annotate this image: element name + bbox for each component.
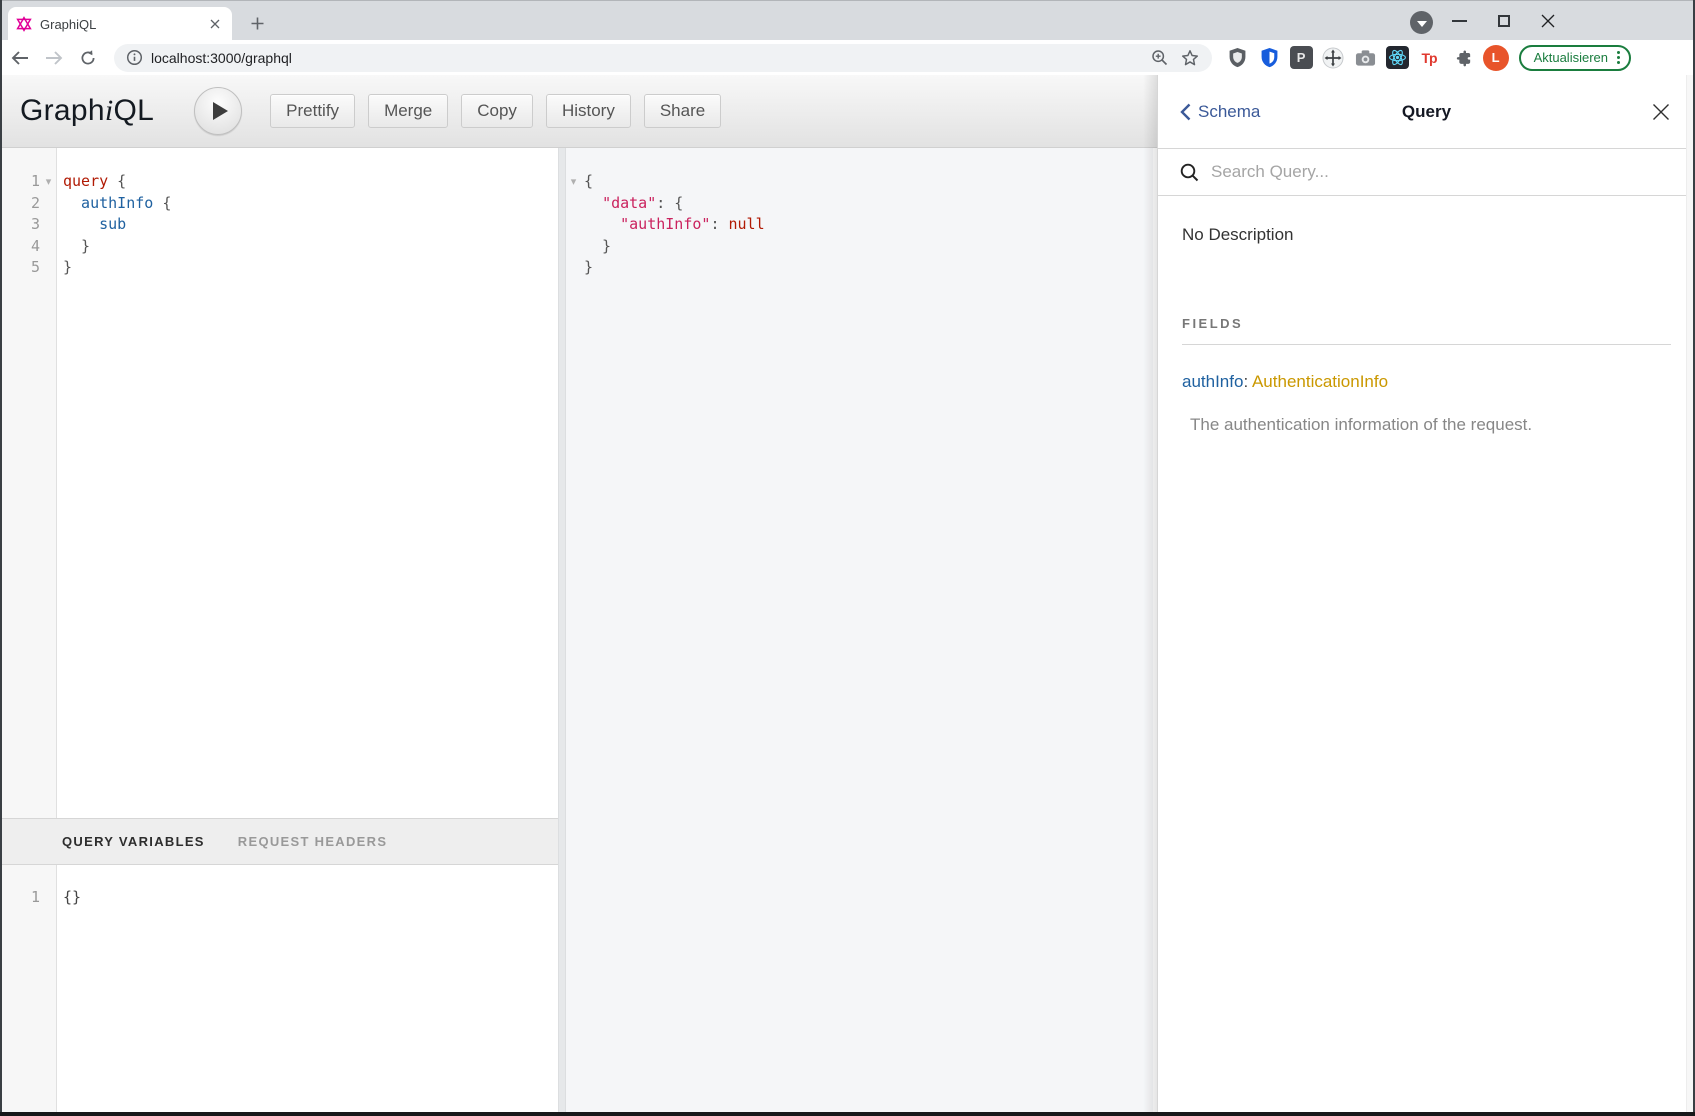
- docs-close-button[interactable]: [1649, 100, 1673, 124]
- documentation-explorer: Schema Query No Description FIELDS authI…: [1157, 75, 1695, 1112]
- query-editor[interactable]: 1 ▾ query { 2 authInfo { 3 sub 4 } 5 }: [0, 148, 558, 818]
- code-line: ▾ {: [566, 171, 1153, 193]
- field-row: authInfo: AuthenticationInfo: [1182, 372, 1671, 392]
- execute-query-button[interactable]: [194, 87, 242, 135]
- zoom-icon[interactable]: [1148, 46, 1172, 70]
- window-close-icon: [1541, 14, 1555, 28]
- back-button[interactable]: [6, 44, 34, 72]
- site-info-icon[interactable]: [126, 49, 143, 66]
- maximize-button[interactable]: [1489, 7, 1519, 35]
- merge-button[interactable]: Merge: [368, 94, 448, 128]
- graphql-favicon-icon: [16, 16, 32, 32]
- prettify-button[interactable]: Prettify: [270, 94, 355, 128]
- kebab-menu-icon[interactable]: [1617, 51, 1620, 64]
- docs-panel-shadow: [1143, 75, 1157, 1112]
- code-line: "authInfo": null: [566, 214, 1153, 236]
- profile-avatar[interactable]: L: [1483, 45, 1509, 71]
- code-line: 2 authInfo {: [0, 193, 558, 215]
- window-border-bottom: [0, 1112, 1695, 1116]
- minimize-button[interactable]: [1444, 7, 1474, 35]
- move-tool-extension-icon[interactable]: [1322, 46, 1345, 69]
- graphiql-logo: GraphiQL: [20, 94, 154, 128]
- tab-request-headers[interactable]: REQUEST HEADERS: [238, 834, 388, 849]
- docs-content: No Description FIELDS authInfo: Authenti…: [1158, 225, 1695, 435]
- response-viewer: ▾ { "data": { "authInfo": null } }: [566, 148, 1153, 1112]
- docs-header: Schema Query: [1158, 75, 1695, 149]
- schema-back-link[interactable]: Schema: [1180, 102, 1260, 122]
- window-border-left: [0, 0, 2, 1116]
- react-devtools-extension-icon[interactable]: [1386, 46, 1409, 69]
- update-button-label: Aktualisieren: [1534, 50, 1608, 65]
- minimize-icon: [1452, 20, 1467, 22]
- chevron-left-icon: [1180, 103, 1191, 121]
- fold-arrow-icon[interactable]: ▾: [566, 171, 581, 193]
- chrome-update-icon[interactable]: [1410, 11, 1433, 34]
- update-button[interactable]: Aktualisieren: [1519, 45, 1631, 71]
- tab-strip: GraphiQL: [0, 0, 1695, 40]
- fields-heading: FIELDS: [1182, 316, 1671, 331]
- p-extension-icon[interactable]: P: [1290, 46, 1313, 69]
- code-line: 3 sub: [0, 214, 558, 236]
- reload-icon: [79, 49, 97, 67]
- tab-title: GraphiQL: [40, 17, 206, 32]
- bitwarden-extension-icon[interactable]: [1258, 46, 1281, 69]
- field-name-link[interactable]: authInfo: [1182, 372, 1243, 391]
- history-button[interactable]: History: [546, 94, 631, 128]
- tab-close-icon[interactable]: [206, 15, 224, 33]
- code-line: }: [566, 257, 1153, 279]
- schema-back-label: Schema: [1198, 102, 1260, 122]
- forward-icon: [45, 50, 63, 66]
- field-type-link[interactable]: AuthenticationInfo: [1252, 372, 1388, 391]
- docs-title: Query: [1402, 102, 1451, 122]
- reload-button[interactable]: [74, 44, 102, 72]
- camera-extension-icon[interactable]: [1354, 46, 1377, 69]
- graphiql-toolbar: GraphiQL Prettify Merge Copy History Sha…: [0, 75, 1157, 148]
- field-description: The authentication information of the re…: [1190, 415, 1671, 435]
- adblock-extension-icon[interactable]: [1226, 46, 1249, 69]
- extensions-row: P: [1226, 46, 1473, 69]
- extensions-menu-icon[interactable]: [1450, 46, 1473, 69]
- code-line: 5 }: [0, 257, 558, 279]
- back-icon: [11, 50, 29, 66]
- bookmark-star-icon[interactable]: [1178, 46, 1202, 70]
- variables-tab-bar: QUERY VARIABLES REQUEST HEADERS: [0, 818, 558, 865]
- maximize-icon: [1498, 15, 1510, 27]
- url-text: localhost:3000/graphql: [151, 50, 1142, 66]
- code-line: }: [566, 236, 1153, 258]
- code-line: 1 ▾ query {: [0, 171, 558, 193]
- code-line: 1 {}: [0, 887, 558, 909]
- play-icon: [213, 102, 228, 120]
- fields-divider: [1182, 344, 1671, 345]
- tp-extension-icon[interactable]: Tp: [1418, 46, 1441, 69]
- tab-query-variables[interactable]: QUERY VARIABLES: [62, 834, 205, 849]
- editor-resize-divider[interactable]: [558, 148, 566, 1112]
- variables-editor[interactable]: 1 {}: [0, 865, 558, 1112]
- browser-navbar: localhost:3000/graphql P: [0, 40, 1695, 75]
- address-bar[interactable]: localhost:3000/graphql: [114, 44, 1212, 72]
- forward-button[interactable]: [40, 44, 68, 72]
- code-line: 4 }: [0, 236, 558, 258]
- close-icon: [1652, 103, 1670, 121]
- new-tab-button[interactable]: [244, 10, 270, 36]
- browser-window: GraphiQL: [0, 0, 1695, 1116]
- type-description: No Description: [1182, 225, 1671, 245]
- browser-tab[interactable]: GraphiQL: [8, 7, 232, 41]
- code-line: "data": {: [566, 193, 1153, 215]
- docs-search-bar: [1158, 149, 1695, 196]
- copy-button[interactable]: Copy: [461, 94, 533, 128]
- share-button[interactable]: Share: [644, 94, 721, 128]
- window-close-button[interactable]: [1533, 7, 1563, 35]
- docs-search-input[interactable]: [1209, 161, 1633, 183]
- fold-arrow-icon[interactable]: ▾: [40, 171, 57, 193]
- search-icon: [1180, 163, 1199, 182]
